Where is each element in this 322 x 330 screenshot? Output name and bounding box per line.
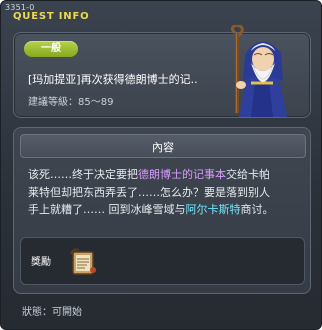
npc-wizard-portrait [230,25,287,117]
quest-description: 该死……终于决定要把德朗博士的记事本交给卡帕 莱特但却把东西弄丢了……怎么办？要… [28,166,304,219]
quest-content-panel: 內容 该死……终于决定要把德朗博士的记事本交给卡帕 莱特但却把东西弄丢了……怎么… [13,127,311,294]
item-link-notebook[interactable]: 德朗博士的记事本 [138,168,226,181]
quest-name: [玛加提亚]再次获得德朗博士的记.. [28,73,198,86]
quest-status: 狀態：可開始 [22,307,82,318]
recommended-level: 建議等級：85～89 [28,97,114,108]
quest-info-window: 3351-0 QUEST INFO 一般 [玛加提亚]再次获得德朗博士的记.. … [0,0,322,330]
description-line: 手上就糟了…… 回到冰峰雪域与阿尔卡斯特商讨。 [28,201,304,219]
reward-label: 獎勵 [31,257,51,268]
description-line: 该死……终于决定要把德朗博士的记事本交给卡帕 [28,166,304,184]
scroll-icon[interactable] [67,246,99,278]
content-header-label: 內容 [152,141,174,154]
window-title: QUEST INFO [13,11,90,22]
description-text: 该死……终于决定要把 [28,168,138,181]
quest-type-badge: 一般 [24,41,78,57]
description-text: 莱特但却把东西弄丢了……怎么办？要是落到别人 [28,185,270,199]
description-text: 交给卡帕 [226,168,270,181]
description-text: 商讨。 [240,203,274,216]
npc-link-alcaster[interactable]: 阿尔卡斯特 [186,203,241,216]
reward-box: 獎勵 [20,237,305,285]
description-line: 莱特但却把东西弄丢了……怎么办？要是落到别人 [28,184,304,202]
content-header: 內容 [20,134,306,158]
description-text: 手上就糟了…… 回到冰峰雪域与 [28,203,186,216]
